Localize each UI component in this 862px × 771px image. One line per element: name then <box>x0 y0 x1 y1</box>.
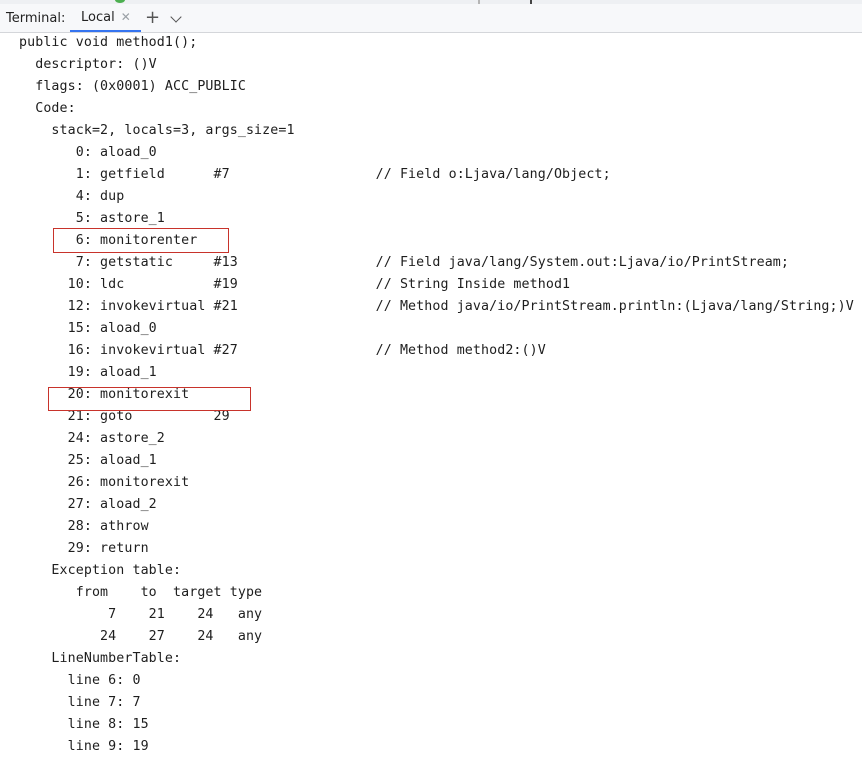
terminal-line: 27: aload_2 <box>19 497 157 512</box>
terminal-line: line 8: 15 <box>19 717 149 732</box>
terminal-line: 12: invokevirtual #21 // Method java/io/… <box>19 299 854 314</box>
terminal-line: 1: getfield #7 // Field o:Ljava/lang/Obj… <box>19 167 611 182</box>
terminal-line: 26: monitorexit <box>19 475 190 490</box>
terminal-line: 16: invokevirtual #27 // Method method2:… <box>19 343 546 358</box>
terminal-line: 0: aload_0 <box>19 145 157 160</box>
terminal-line: Exception table: <box>19 563 182 578</box>
terminal-line: 15: aload_0 <box>19 321 157 336</box>
tab-local[interactable]: Local ✕ <box>70 4 141 32</box>
terminal-line: 7 21 24 any <box>19 607 263 622</box>
terminal-line: line 7: 7 <box>19 695 141 710</box>
terminal-line: 19: aload_1 <box>19 365 157 380</box>
terminal-line: 25: aload_1 <box>19 453 157 468</box>
terminal-line: public void method1(); <box>19 35 198 50</box>
tool-window-title: Terminal: <box>6 11 66 26</box>
terminal-line: line 6: 0 <box>19 673 141 688</box>
monitorexit-highlight-box <box>48 387 251 411</box>
chevron-down-icon[interactable] <box>170 11 182 23</box>
terminal-line: line 9: 19 <box>19 739 149 754</box>
terminal-line: Code: <box>19 101 76 116</box>
terminal-line: 7: getstatic #13 // Field java/lang/Syst… <box>19 255 790 270</box>
close-icon[interactable]: ✕ <box>121 10 131 24</box>
terminal-tab-bar: Terminal: Local ✕ + <box>0 4 862 33</box>
terminal-output[interactable]: public void method1(); descriptor: ()V f… <box>0 33 862 771</box>
terminal-line: stack=2, locals=3, args_size=1 <box>19 123 295 138</box>
class-icon <box>115 0 125 3</box>
terminal-line: 10: ldc #19 // String Inside method1 <box>19 277 571 292</box>
terminal-line: flags: (0x0001) ACC_PUBLIC <box>19 79 246 94</box>
plus-icon[interactable]: + <box>145 7 160 28</box>
terminal-line: from to target type <box>19 585 263 600</box>
terminal-line: LineNumberTable: <box>19 651 182 666</box>
terminal-line: 4: dup <box>19 189 125 204</box>
terminal-line: 24 27 24 any <box>19 629 263 644</box>
terminal-line: descriptor: ()V <box>19 57 157 72</box>
terminal-line: 29: return <box>19 541 149 556</box>
terminal-line: 24: astore_2 <box>19 431 165 446</box>
terminal-line: 28: athrow <box>19 519 149 534</box>
terminal-line: 5: astore_1 <box>19 211 165 226</box>
monitorenter-highlight-box <box>53 228 229 253</box>
tab-label: Local <box>81 9 115 25</box>
